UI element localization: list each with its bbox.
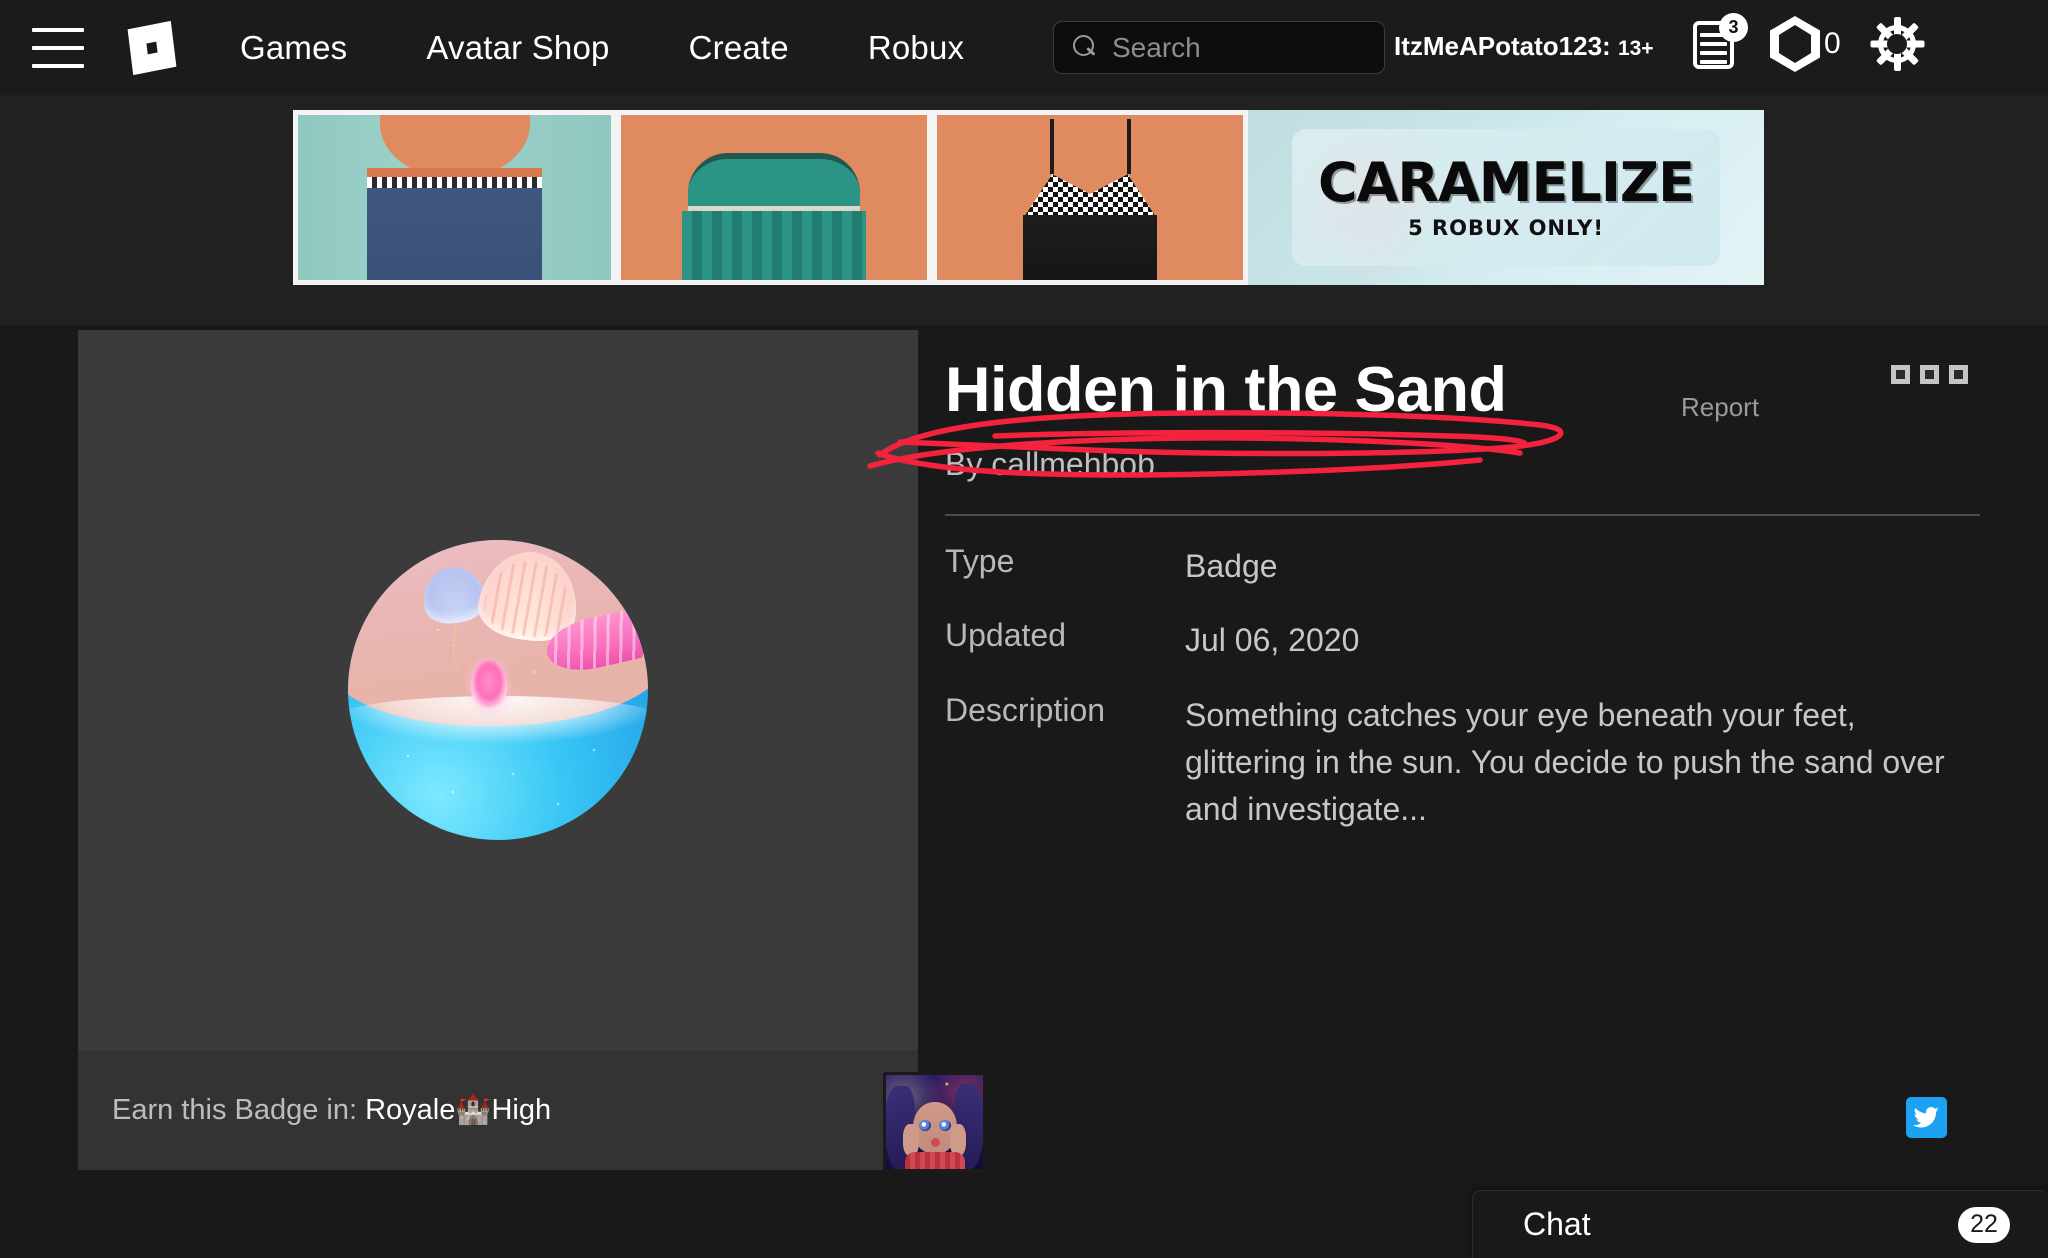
more-options-icon[interactable] [1891,365,1968,384]
robux-amount: 0 [1824,27,1841,60]
detail-row-description: Description Something catches your eye b… [945,692,1980,834]
detail-label-description: Description [945,691,1106,728]
detail-value-updated: Jul 06, 2020 [1185,622,1360,659]
robux-icon [1770,16,1820,72]
chat-label: Chat [1523,1206,1591,1242]
ad-brand-text: CARAMELIZE [1318,150,1695,214]
search-box[interactable]: Search [1053,21,1385,74]
age-rating-text: 13+ [1617,37,1654,60]
page-title: Hidden in the Sand [945,355,1507,425]
hamburger-menu-icon[interactable] [32,27,84,68]
detail-row-type: Type Badge [945,543,1980,590]
detail-label-updated: Updated [945,617,1066,654]
nav-link-robux[interactable]: Robux [868,29,964,67]
badge-image-panel: Earn this Badge in: Royale🏰High [78,330,986,1172]
chat-dock[interactable]: Chat 22 [1472,1190,2048,1258]
badge-info-column: Hidden in the Sand By callmehbob Type Ba… [945,330,1980,834]
game-thumbnail-royale-high[interactable] [883,1072,986,1172]
earn-badge-prefix: Earn this Badge in: [112,1094,358,1126]
nav-links: Games Avatar Shop Create Robux [240,29,1043,67]
search-icon [1072,34,1098,61]
detail-value-type: Badge [1185,548,1278,585]
ad-image-dress [616,110,932,285]
badge-creator-byline[interactable]: By callmehbob [945,446,1980,483]
detail-row-updated: Updated Jul 06, 2020 [945,617,1980,664]
badge-image-container [78,330,918,1050]
nav-link-create[interactable]: Create [689,29,789,67]
nav-link-games[interactable]: Games [240,29,347,67]
nav-link-avatar-shop[interactable]: Avatar Shop [426,29,609,67]
roblox-logo-icon[interactable] [124,19,180,77]
username-label[interactable]: ItzMeAPotato123: 13+ [1394,31,1654,62]
earn-badge-text: Earn this Badge in: Royale🏰High [112,1093,551,1127]
divider [945,514,1980,517]
robux-balance-button[interactable]: 0 [1770,16,1873,72]
earn-badge-bar: Earn this Badge in: Royale🏰High [78,1050,986,1172]
ad-image-shirt [293,110,616,285]
detail-value-description: Something catches your eye beneath your … [1185,696,1945,828]
ad-brand-panel: CARAMELIZE 5 ROBUX ONLY! [1248,110,1764,285]
twitter-icon [1913,1107,1939,1128]
roblox-badge-page: Games Avatar Shop Create Robux Search It… [0,0,2048,1258]
top-navigation-bar: Games Avatar Shop Create Robux Search It… [0,0,2048,95]
notifications-button[interactable]: 3 [1693,12,1748,72]
gear-icon [1870,17,1925,71]
search-input[interactable]: Search [1112,32,1201,64]
twitter-share-button[interactable] [1906,1097,1947,1138]
advertisement-area: CARAMELIZE 5 ROBUX ONLY! ADVERTISEMENT R… [0,95,2048,422]
ad-image-checkered-top [932,110,1248,285]
earn-badge-game-link[interactable]: Royale🏰High [365,1094,551,1126]
ad-subtitle-text: 5 ROBUX ONLY! [1408,215,1604,240]
badge-seashell-beach-icon [348,540,648,840]
advertisement-banner[interactable]: CARAMELIZE 5 ROBUX ONLY! [293,110,1764,285]
chat-count-badge: 22 [1958,1206,2010,1243]
settings-button[interactable] [1870,17,1925,71]
username-text: ItzMeAPotato123: [1394,31,1611,61]
notification-count-badge: 3 [1719,12,1748,42]
nav-icon-group: 3 0 [1693,12,1925,72]
detail-label-type: Type [945,543,1015,580]
